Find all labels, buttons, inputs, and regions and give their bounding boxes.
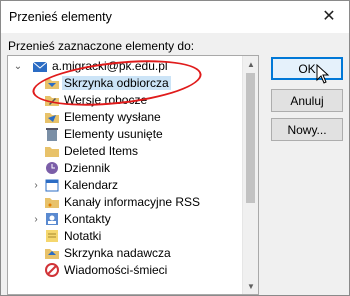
- folder-icon: [44, 143, 60, 159]
- sent-folder-icon: [44, 109, 60, 125]
- tree-item[interactable]: › Kalendarz: [8, 177, 244, 194]
- outbox-folder-icon: [44, 245, 60, 261]
- calendar-folder-icon: [44, 177, 60, 193]
- tree-item[interactable]: Notatki: [8, 228, 244, 245]
- notes-folder-icon: [44, 228, 60, 244]
- tree-item-label: Deleted Items: [64, 144, 139, 158]
- contacts-folder-icon: [44, 211, 60, 227]
- tree-item-label: Notatki: [64, 229, 102, 243]
- tree-item-label: Skrzynka nadawcza: [64, 246, 171, 260]
- tree-item[interactable]: › Kontakty: [8, 211, 244, 228]
- tree-item-label: Dziennik: [64, 161, 111, 175]
- tree-item[interactable]: Elementy usunięte: [8, 126, 244, 143]
- tree-item[interactable]: Kanały informacyjne RSS: [8, 194, 244, 211]
- move-items-dialog: Przenieś elementy ✕ Przenieś zaznaczone …: [0, 0, 350, 296]
- tree-item[interactable]: Skrzynka nadawcza: [8, 245, 244, 262]
- tree-item-label: Kanały informacyjne RSS: [64, 195, 201, 209]
- trash-folder-icon: [44, 126, 60, 142]
- journal-folder-icon: [44, 160, 60, 176]
- close-button[interactable]: ✕: [311, 1, 347, 31]
- expand-chevron-icon[interactable]: ›: [30, 211, 42, 228]
- cancel-button[interactable]: Anuluj: [271, 89, 343, 112]
- tree-item-label: Elementy wysłane: [64, 110, 161, 124]
- move-prompt-label: Przenieś zaznaczone elementy do:: [8, 39, 195, 53]
- tree-item-label: Kontakty: [64, 212, 111, 226]
- expand-chevron-icon[interactable]: ›: [30, 177, 42, 194]
- drafts-folder-icon: [44, 92, 60, 108]
- folder-tree[interactable]: Wiadomości-śmieci Skrzynka nadawcza Notatk…: [7, 55, 259, 295]
- junk-folder-icon: [44, 262, 60, 278]
- tree-item[interactable]: Dziennik: [8, 160, 244, 177]
- scroll-up-icon[interactable]: ▲: [243, 56, 258, 72]
- tree-item[interactable]: ⌄ a.migracki@pk.edu.pl: [8, 58, 244, 75]
- tree-item-label: Wersje robocze: [64, 93, 148, 107]
- tree-item[interactable]: Wersje robocze: [8, 92, 244, 109]
- tree-item-label: Kalendarz: [64, 178, 119, 192]
- scrollbar-thumb[interactable]: [246, 73, 255, 203]
- collapse-chevron-icon[interactable]: ⌄: [12, 58, 24, 75]
- tree-item-label: Elementy usunięte: [64, 127, 163, 141]
- window-title: Przenieś elementy: [9, 10, 112, 24]
- new-folder-button[interactable]: Nowy...: [271, 118, 343, 141]
- mailbox-icon: [32, 58, 48, 74]
- scroll-down-icon[interactable]: ▼: [243, 278, 258, 294]
- tree-item[interactable]: Deleted Items: [8, 143, 244, 160]
- ok-button[interactable]: OK: [271, 57, 343, 80]
- tree-item[interactable]: Elementy wysłane: [8, 109, 244, 126]
- tree-item-label: Skrzynka odbiorcza: [62, 76, 171, 90]
- inbox-folder-icon: [44, 75, 60, 91]
- tree-item-label: Wiadomości-śmieci: [64, 263, 168, 277]
- tree-scrollbar[interactable]: ▲ ▼: [242, 56, 258, 294]
- title-bar: Przenieś elementy ✕: [1, 1, 349, 33]
- tree-item[interactable]: Skrzynka odbiorcza: [8, 75, 244, 92]
- tree-item[interactable]: Wiadomości-śmieci: [8, 262, 244, 279]
- rss-folder-icon: [44, 194, 60, 210]
- close-icon: ✕: [322, 8, 336, 25]
- tree-item-label: a.migracki@pk.edu.pl: [52, 59, 168, 73]
